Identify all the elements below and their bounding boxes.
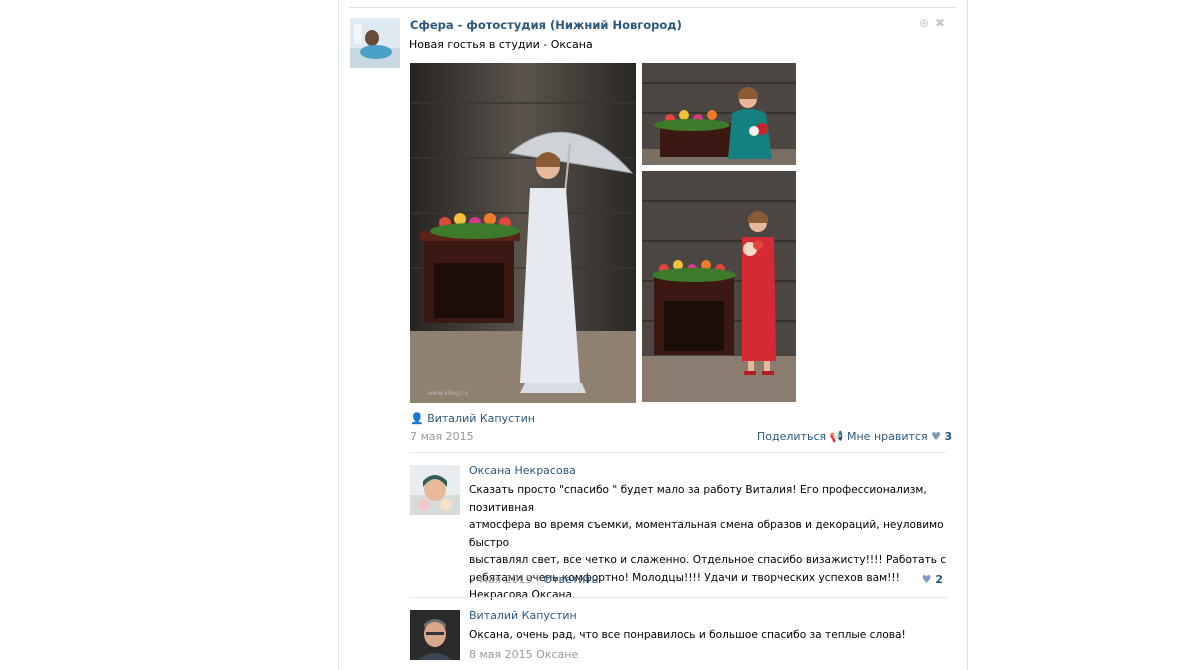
pin-icon[interactable]: ⊕ [919, 16, 929, 30]
comment-avatar[interactable] [410, 610, 460, 660]
heart-icon: ♥ [931, 430, 941, 443]
like-count: 3 [944, 430, 953, 443]
comment-date[interactable]: 8 мая 2015 [469, 648, 533, 661]
reply-to[interactable]: Оксане [536, 648, 578, 661]
heart-icon: ♥ [921, 573, 932, 586]
post-date[interactable]: 7 мая 2015 [410, 430, 474, 443]
post-author-link[interactable]: Сфера - фотостудия (Нижний Новгород) [410, 18, 682, 32]
post-signer[interactable]: 👤 Виталий Капустин [410, 412, 535, 425]
like-button[interactable]: Мне нравится ♥ 3 [847, 430, 952, 443]
comment-line: Оксана, очень рад, что все понравилось и… [469, 629, 906, 641]
comment-date[interactable]: 7 мая 2015 [469, 573, 533, 586]
comment-meta: 8 мая 2015 Оксане [469, 648, 578, 661]
user-icon: 👤 [410, 412, 424, 425]
comment-line: Некрасова Оксана. [469, 589, 576, 601]
like-label[interactable]: Мне нравится [847, 430, 928, 443]
share-button[interactable]: Поделиться 📢 [757, 430, 843, 443]
comment-author[interactable]: Виталий Капустин [469, 609, 577, 622]
comment-text: Оксана, очень рад, что все понравилось и… [469, 627, 949, 645]
comment-author[interactable]: Оксана Некрасова [469, 464, 576, 477]
megaphone-icon: 📢 [829, 430, 844, 443]
top-divider [349, 7, 957, 8]
meta-separator: | [536, 573, 540, 586]
post-photo-2[interactable] [642, 63, 796, 165]
reply-button[interactable]: Ответить [543, 573, 598, 586]
post-author-avatar[interactable] [350, 18, 400, 68]
post-photo-1[interactable]: www.vikop.ru [410, 63, 636, 403]
comments-divider [410, 452, 947, 453]
comment-like-count: 2 [935, 573, 943, 586]
comment-line: выставлял свет, все четко и слаженно. От… [469, 554, 947, 566]
post-photo-3[interactable] [642, 171, 796, 402]
post-signer-name[interactable]: Виталий Капустин [427, 412, 535, 425]
post-text: Новая гостья в студии - Оксана [409, 38, 593, 51]
close-icon[interactable]: ✖ [935, 16, 945, 30]
comment-avatar[interactable] [410, 465, 460, 515]
comment-divider [410, 597, 947, 598]
comment-like-button[interactable]: ♥ 2 [922, 573, 943, 586]
share-label[interactable]: Поделиться [757, 430, 826, 443]
comment-line: атмосфера во время съемки, моментальная … [469, 519, 944, 549]
comment-text: Сказать просто "спасибо " будет мало за … [469, 482, 949, 605]
comment-line: Сказать просто "спасибо " будет мало за … [469, 484, 927, 514]
photo-watermark: www.vikop.ru [428, 390, 468, 397]
wall-column: Сфера - фотостудия (Нижний Новгород) Нов… [338, 0, 968, 670]
comment-meta: 7 мая 2015 | Ответить [469, 573, 598, 586]
